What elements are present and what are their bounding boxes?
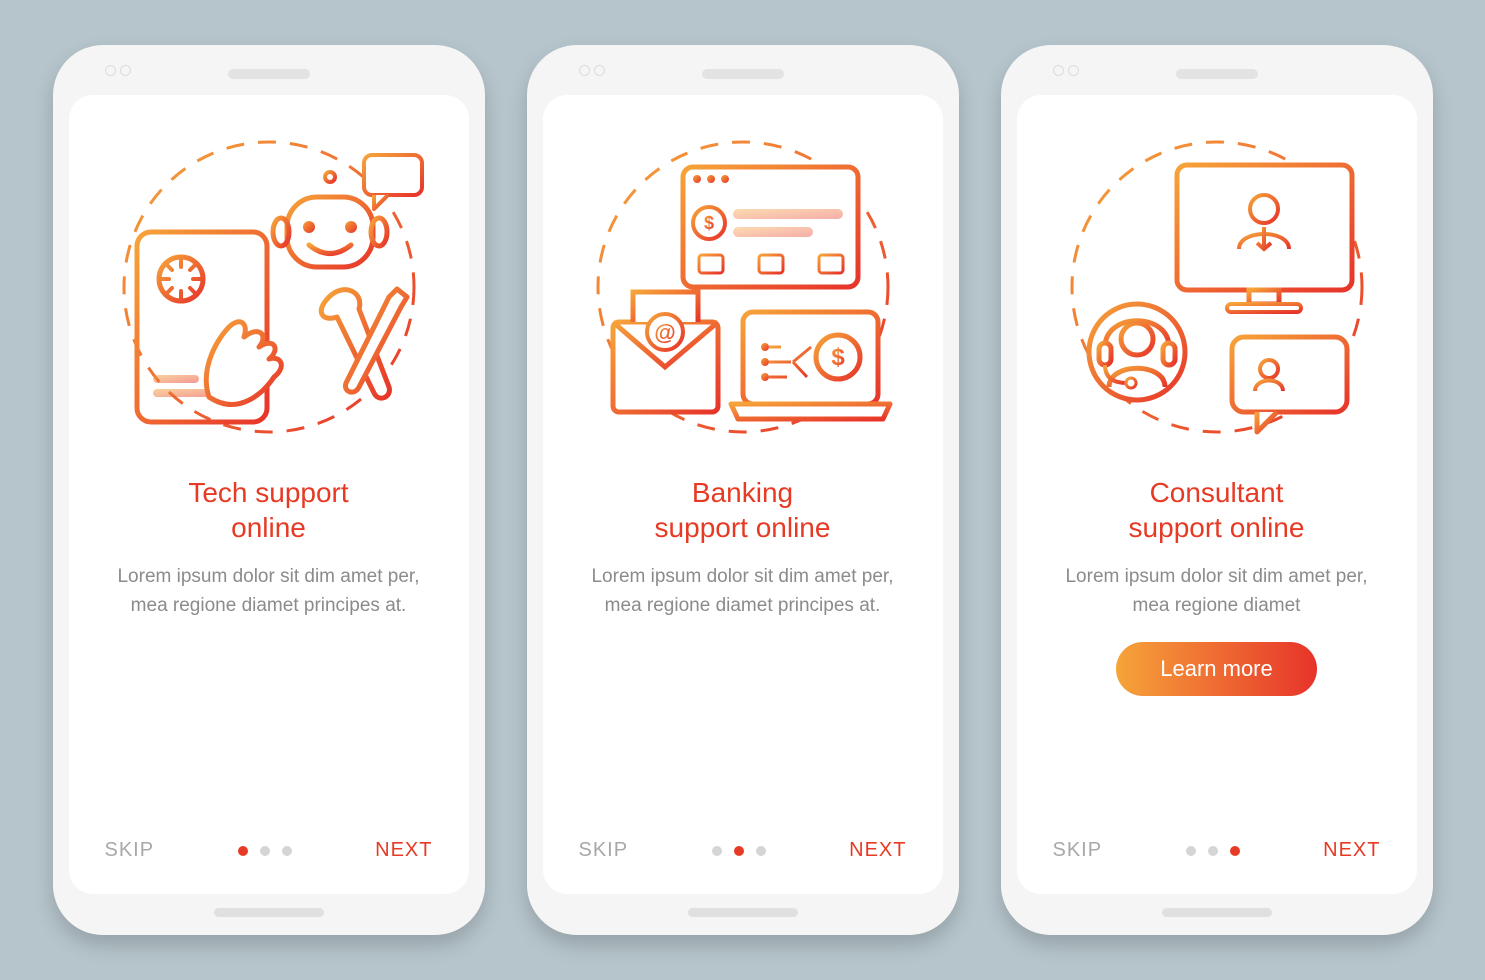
screen-1: Tech supportonline Lorem ipsum dolor sit… [69, 95, 469, 894]
next-button[interactable]: NEXT [1323, 839, 1380, 862]
svg-text:$: $ [831, 344, 845, 371]
speaker-area [1017, 61, 1417, 87]
footer-nav: SKIP NEXT [1047, 839, 1387, 870]
footer-nav: SKIP NEXT [99, 839, 439, 870]
banking-support-illustration: $ @ $ [583, 137, 903, 447]
dot-2[interactable] [260, 846, 270, 856]
screen-3: Consultantsupport online Lorem ipsum dol… [1017, 95, 1417, 894]
page-indicator [712, 846, 766, 856]
dot-3[interactable] [756, 846, 766, 856]
skip-button[interactable]: SKIP [579, 839, 629, 862]
phone-frame-2: $ @ $ Bankingsupport online Lorem ipsum … [527, 45, 959, 935]
home-indicator [214, 908, 324, 917]
footer-nav: SKIP NEXT [573, 839, 913, 870]
speaker-area [69, 61, 469, 87]
dot-3[interactable] [1230, 846, 1240, 856]
dot-1[interactable] [1186, 846, 1196, 856]
screen-description: Lorem ipsum dolor sit dim amet per, mea … [578, 563, 908, 620]
home-indicator [1162, 908, 1272, 917]
consultant-support-illustration [1057, 137, 1377, 447]
svg-text:@: @ [654, 320, 675, 345]
page-indicator [238, 846, 292, 856]
speaker-bar [702, 69, 784, 79]
home-indicator [688, 908, 798, 917]
page-indicator [1186, 846, 1240, 856]
tech-support-illustration [109, 137, 429, 447]
camera-dots [105, 65, 131, 76]
phone-frame-3: Consultantsupport online Lorem ipsum dol… [1001, 45, 1433, 935]
screen-title: Tech supportonline [188, 475, 348, 545]
next-button[interactable]: NEXT [375, 839, 432, 862]
speaker-bar [228, 69, 310, 79]
skip-button[interactable]: SKIP [1053, 839, 1103, 862]
next-button[interactable]: NEXT [849, 839, 906, 862]
screen-title: Consultantsupport online [1129, 475, 1305, 545]
dot-2[interactable] [734, 846, 744, 856]
camera-dots [579, 65, 605, 76]
dot-1[interactable] [238, 846, 248, 856]
screen-description: Lorem ipsum dolor sit dim amet per, mea … [104, 563, 434, 620]
learn-more-button[interactable]: Learn more [1116, 642, 1317, 696]
dot-3[interactable] [282, 846, 292, 856]
screen-description: Lorem ipsum dolor sit dim amet per, mea … [1052, 563, 1382, 620]
dot-2[interactable] [1208, 846, 1218, 856]
screen-2: $ @ $ Bankingsupport online Lorem ipsum … [543, 95, 943, 894]
screen-title: Bankingsupport online [655, 475, 831, 545]
phone-frame-1: Tech supportonline Lorem ipsum dolor sit… [53, 45, 485, 935]
speaker-area [543, 61, 943, 87]
svg-text:$: $ [703, 213, 713, 233]
skip-button[interactable]: SKIP [105, 839, 155, 862]
dot-1[interactable] [712, 846, 722, 856]
speaker-bar [1176, 69, 1258, 79]
camera-dots [1053, 65, 1079, 76]
